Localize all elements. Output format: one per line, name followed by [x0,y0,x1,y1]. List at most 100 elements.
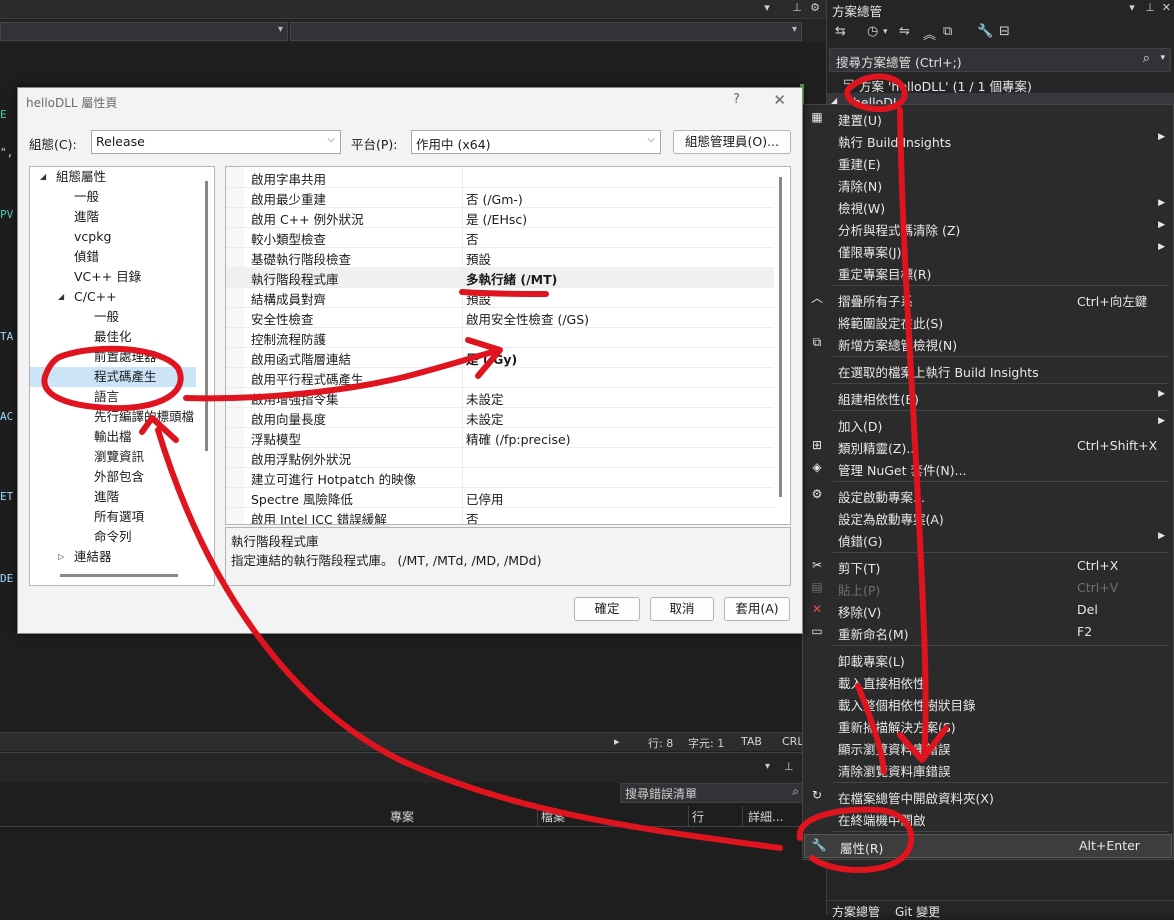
solution-node[interactable]: ▭ 方案 'helloDLL' (1 / 1 個專案) [827,74,1174,94]
property-value[interactable]: 否 [466,229,479,248]
column-details[interactable]: 詳細... [748,808,783,825]
menu-item[interactable]: 僅限專案(J) ▶ [803,239,1173,261]
tab-solution-explorer[interactable]: 方案總管 [832,903,880,920]
menu-item[interactable]: 偵錯(G) ▶ [803,528,1173,550]
menu-item[interactable]: ⚙ 設定啟動專案... [803,484,1173,506]
menu-item[interactable]: 在選取的檔案上執行 Build Insights [803,359,1173,381]
collapse-all-icon[interactable]: ︽ [923,24,936,43]
show-all-files-icon[interactable]: ⧉ [943,24,952,39]
solution-explorer-search[interactable]: 搜尋方案總管 (Ctrl+;) ⌕ ▾ [829,48,1171,72]
menu-item[interactable]: ⊞ 類別精靈(Z)... Ctrl+Shift+X [803,435,1173,457]
menu-item[interactable]: 清除(N) [803,173,1173,195]
scope-combo[interactable]: ▾ [0,22,288,41]
pin-icon[interactable]: ⊥ [790,1,804,15]
menu-item[interactable]: ▦ 建置(U) [803,107,1173,129]
menu-item[interactable]: 組建相依性(B) ▶ [803,386,1173,408]
property-value[interactable]: 否 (/Gm-) [466,189,523,208]
help-icon[interactable]: ? [733,92,740,107]
menu-item[interactable]: ✕ 移除(V) Del [803,599,1173,621]
tree-horizontal-scrollbar[interactable] [60,574,178,577]
property-row[interactable]: 啟用 Intel JCC 錯誤緩解 否 [226,507,774,524]
menu-item[interactable]: 將範圍設定在此(S) [803,310,1173,332]
switch-views-icon[interactable]: ⇋ [899,24,910,39]
property-row[interactable]: 控制流程防護 [226,327,774,348]
menu-item[interactable]: 載入整個相依性樹狀目錄 [803,692,1173,714]
property-row[interactable]: 基礎執行階段檢查 預設 [226,247,774,268]
property-row[interactable]: 啟用增強指令集 未設定 [226,387,774,408]
menu-item[interactable]: 加入(D) ▶ [803,413,1173,435]
property-value[interactable]: 是 (/Gy) [466,349,517,368]
property-value[interactable]: 預設 [466,289,491,308]
property-value[interactable]: 啟用安全性檢查 (/GS) [466,309,589,328]
menu-item[interactable]: ︿ 摺疊所有子系 Ctrl+向左鍵 [803,288,1173,310]
tab-git-changes[interactable]: Git 變更 [895,903,940,920]
menu-item[interactable]: 執行 Build Insights ▶ [803,129,1173,151]
column-line[interactable]: 行 [692,808,704,825]
sync-icon[interactable]: ⇆ [835,24,846,39]
property-value[interactable]: 未設定 [466,409,504,428]
property-row[interactable]: 較小類型檢查 否 [226,227,774,248]
property-row[interactable]: 啟用字串共用 [226,167,774,188]
property-row[interactable]: 啟用 C++ 例外狀況 是 (/EHsc) [226,207,774,228]
property-row[interactable]: Spectre 風險降低 已停用 [226,487,774,508]
dropdown-icon[interactable]: ▾ [760,1,774,15]
property-value[interactable]: 是 (/EHsc) [466,209,527,228]
property-value[interactable]: 精確 (/fp:precise) [466,429,571,448]
property-value[interactable]: 預設 [466,249,491,268]
apply-button[interactable]: 套用(A) [724,597,790,621]
menu-item[interactable]: 卸載專案(L) [803,648,1173,670]
menu-item[interactable]: 檢視(W) ▶ [803,195,1173,217]
menu-item[interactable]: 在終端機中開啟 [803,807,1173,829]
menu-item[interactable]: 重定專案目標(R) [803,261,1173,283]
property-value[interactable]: 未設定 [466,389,504,408]
expand-icon[interactable]: ▷ [58,547,64,567]
chevron-down-icon[interactable]: ▾ [1160,53,1165,63]
configuration-select[interactable]: Release ⌵ [91,130,341,154]
collapse-icon[interactable]: ◢ [40,167,46,187]
chevron-down-icon[interactable]: ▾ [883,27,888,37]
preview-icon[interactable]: ⊟ [999,24,1010,39]
property-row[interactable]: 安全性檢查 啟用安全性檢查 (/GS) [226,307,774,328]
menu-item[interactable]: ▭ 重新命名(M) F2 [803,621,1173,643]
property-row[interactable]: 啟用平行程式碼產生 [226,367,774,388]
error-list-search[interactable]: 搜尋錯誤清單 ⌕ [620,783,803,803]
close-icon[interactable]: ✕ [773,91,786,109]
menu-item[interactable]: 清除瀏覽資料庫錯誤 [803,758,1173,780]
menu-item[interactable]: ◈ 管理 NuGet 套件(N)... [803,457,1173,479]
menu-item[interactable]: ▤ 貼上(P) Ctrl+V [803,577,1173,599]
menu-item[interactable]: ✂ 剪下(T) Ctrl+X [803,555,1173,577]
dropdown-icon[interactable]: ▾ [765,761,770,772]
menu-item[interactable]: 重新掃描解決方案(S) [803,714,1173,736]
tree-scrollbar[interactable] [205,181,208,451]
ok-button[interactable]: 確定 [574,597,640,621]
property-row[interactable]: 建立可進行 Hotpatch 的映像 [226,467,774,488]
pin-icon[interactable]: ⊥ [784,760,794,773]
property-row[interactable]: 結構成員對齊 預設 [226,287,774,308]
menu-item[interactable]: 重建(E) [803,151,1173,173]
property-value[interactable]: 已停用 [466,489,504,508]
property-row[interactable]: 啟用浮點例外狀況 [226,447,774,468]
property-row[interactable]: 執行階段程式庫 多執行緒 (/MT) [226,267,774,288]
property-row[interactable]: 啟用函式階層連結 是 (/Gy) [226,347,774,368]
menu-item[interactable]: 顯示瀏覽資料庫錯誤 [803,736,1173,758]
member-combo[interactable]: ▾ [290,22,802,41]
settings-icon[interactable]: ⚙ [808,1,822,15]
column-file[interactable]: 檔案 [541,808,565,825]
menu-item[interactable]: ↻ 在檔案總管中開啟資料夾(X) [803,785,1173,807]
cancel-button[interactable]: 取消 [650,597,714,621]
collapse-icon[interactable]: ◢ [58,287,64,307]
menu-item[interactable]: 載入直接相依性 [803,670,1173,692]
scroll-right-icon[interactable]: ▸ [614,735,620,748]
property-row[interactable]: 啟用向量長度 未設定 [226,407,774,428]
platform-select[interactable]: 作用中 (x64) ⌵ [411,130,661,154]
property-value[interactable]: 否 [466,509,479,524]
property-row[interactable]: 浮點模型 精確 (/fp:precise) [226,427,774,448]
property-value[interactable]: 多執行緒 (/MT) [466,269,557,288]
column-project[interactable]: 專案 [390,808,414,825]
configuration-manager-button[interactable]: 組態管理員(O)... [673,130,791,154]
menu-item[interactable]: 設定為啟動專案(A) [803,506,1173,528]
menu-item[interactable]: 分析與程式碼清除 (Z) ▶ [803,217,1173,239]
tab-indicator[interactable]: TAB [741,735,762,748]
property-row[interactable]: 啟用最少重建 否 (/Gm-) [226,187,774,208]
history-icon[interactable]: ◷ [867,24,878,39]
